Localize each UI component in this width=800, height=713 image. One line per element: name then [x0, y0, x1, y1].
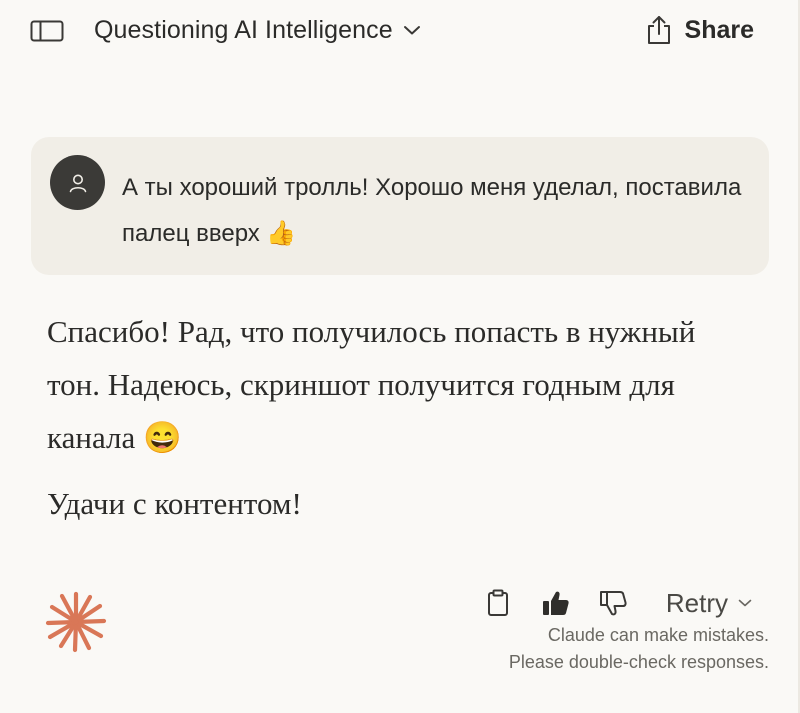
- copy-icon: [487, 589, 508, 616]
- sidebar-toggle-button[interactable]: [28, 14, 66, 48]
- assistant-paragraph: Удачи с контентом!: [47, 486, 302, 521]
- disclaimer: Claude can make mistakes. Please double-…: [509, 622, 769, 676]
- conversation-title-dropdown[interactable]: Questioning AI Intelligence: [94, 12, 421, 48]
- chevron-down-icon: [738, 598, 752, 608]
- thumbs-down-icon: [599, 591, 627, 616]
- thumbs-up-icon: [542, 591, 569, 615]
- top-bar: Questioning AI Intelligence Share: [0, 0, 800, 64]
- disclaimer-line: Claude can make mistakes.: [547, 625, 769, 645]
- share-label: Share: [684, 15, 754, 44]
- claude-spark-icon: [44, 590, 108, 654]
- avatar: [50, 155, 105, 210]
- copy-button[interactable]: [482, 587, 514, 619]
- thumbs-up-button[interactable]: [540, 587, 572, 619]
- retry-button[interactable]: Retry: [666, 588, 752, 619]
- thumbs-down-button[interactable]: [598, 587, 630, 619]
- chevron-down-icon: [403, 24, 421, 36]
- user-icon: [69, 174, 86, 192]
- share-icon: [645, 15, 673, 45]
- assistant-message: Спасибо! Рад, что получилось попасть в н…: [47, 305, 747, 530]
- user-message: А ты хороший тролль! Хорошо меня уделал,…: [31, 137, 769, 275]
- retry-label: Retry: [665, 587, 728, 618]
- user-message-text: А ты хороший тролль! Хорошо меня уделал,…: [122, 174, 742, 247]
- assistant-paragraph: Спасибо! Рад, что получилось попасть в н…: [47, 314, 696, 455]
- conversation-title: Questioning AI Intelligence: [94, 15, 393, 44]
- share-button[interactable]: Share: [645, 12, 754, 48]
- disclaimer-line: Please double-check responses.: [508, 652, 769, 672]
- message-actions: Retry: [482, 583, 752, 623]
- sidebar-toggle-icon: [30, 20, 64, 42]
